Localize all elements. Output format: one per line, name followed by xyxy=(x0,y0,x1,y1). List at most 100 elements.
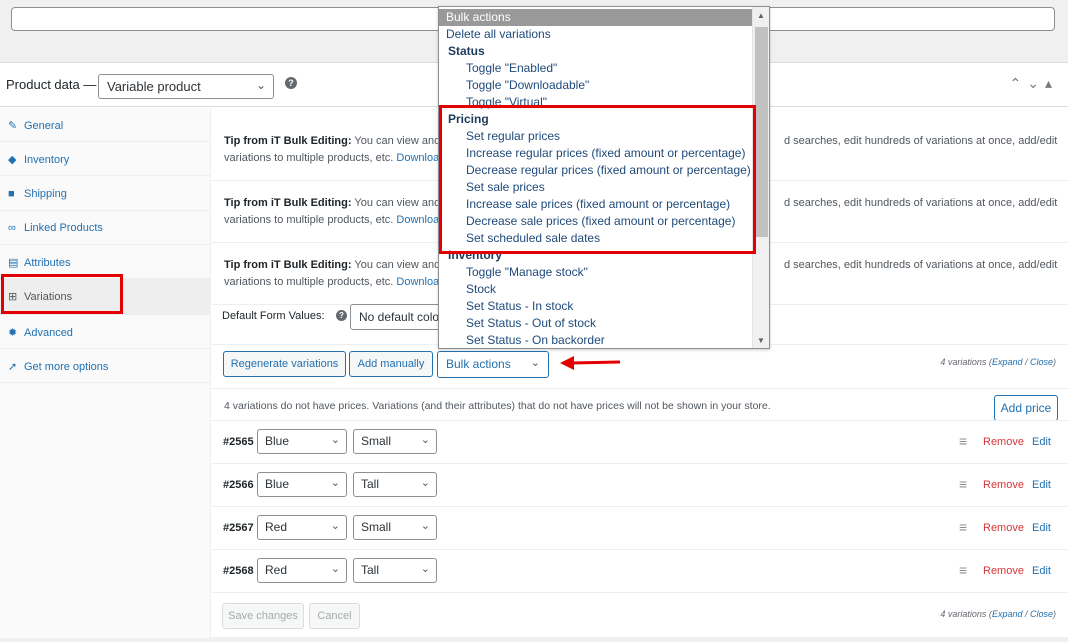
dropdown-item[interactable]: Set Status - On backorder xyxy=(439,332,753,348)
variation-row[interactable]: #2568 Red ⌄ Tall ⌄ ≡ Remove Edit xyxy=(212,549,1068,592)
sidebar-item-label: Variations xyxy=(24,291,73,303)
chevron-down-icon: ⌄ xyxy=(330,563,340,575)
scroll-down-icon[interactable]: ▼ xyxy=(757,336,765,345)
size-select[interactable]: Tall ⌄ xyxy=(353,472,437,497)
close-paren: ) xyxy=(1053,357,1056,367)
remove-link[interactable]: Remove xyxy=(983,479,1024,491)
size-value: Tall xyxy=(361,563,380,577)
size-select[interactable]: Tall ⌄ xyxy=(353,558,437,583)
dropdown-item[interactable]: Set Status - In stock xyxy=(439,298,753,315)
dropdown-item[interactable]: Increase sale prices (fixed amount or pe… xyxy=(439,196,753,213)
variations-footer: Save changes Cancel 4 variations (Expand… xyxy=(212,592,1068,637)
dropdown-item[interactable]: Toggle "Virtual" xyxy=(439,94,753,111)
gear-icon: ✹ xyxy=(8,327,18,339)
color-select[interactable]: Blue ⌄ xyxy=(257,472,347,497)
remove-link[interactable]: Remove xyxy=(983,565,1024,577)
separator: / xyxy=(1022,609,1030,619)
drag-handle-icon[interactable]: ≡ xyxy=(959,519,967,535)
variations-toolbar: Regenerate variations Add manually Bulk … xyxy=(212,344,1068,389)
dropdown-item-bulk-actions[interactable]: Bulk actions xyxy=(439,9,753,26)
color-value: Red xyxy=(265,563,288,577)
tip-text-end: d searches, edit hundreds of variations … xyxy=(784,259,1058,271)
sidebar-item-variations[interactable]: ⊞ Variations xyxy=(0,279,211,315)
variation-id: #2568 xyxy=(223,565,254,577)
dropdown-item[interactable]: Toggle "Enabled" xyxy=(439,60,753,77)
bulk-actions-select[interactable]: Bulk actions ⌄ xyxy=(437,351,549,378)
variation-row[interactable]: #2566 Blue ⌄ Tall ⌄ ≡ Remove Edit xyxy=(212,463,1068,506)
chevron-down-icon: ⌄ xyxy=(330,477,340,489)
sidebar-item-advanced[interactable]: ✹ Advanced xyxy=(0,315,211,349)
dropdown-item[interactable]: Toggle "Downloadable" xyxy=(439,77,753,94)
close-link[interactable]: Close xyxy=(1030,357,1053,367)
dropdown-item[interactable]: Stock xyxy=(439,281,753,298)
color-value: Red xyxy=(265,520,288,534)
save-changes-button[interactable]: Save changes xyxy=(222,603,304,629)
variation-row[interactable]: #2567 Red ⌄ Small ⌄ ≡ Remove Edit xyxy=(212,506,1068,549)
scrollbar-thumb[interactable] xyxy=(755,27,768,237)
tip-download-link[interactable]: Downloa xyxy=(396,152,439,164)
dropdown-item-delete-all[interactable]: Delete all variations xyxy=(439,26,753,43)
separator: / xyxy=(1022,357,1030,367)
expand-link[interactable]: Expand xyxy=(992,357,1023,367)
sidebar-item-linked-products[interactable]: ∞ Linked Products xyxy=(0,211,211,245)
dropdown-group-status: Status xyxy=(448,44,485,58)
expand-link[interactable]: Expand xyxy=(992,609,1023,619)
size-value: Tall xyxy=(361,477,380,491)
drag-handle-icon[interactable]: ≡ xyxy=(959,433,967,449)
plugin-icon: ➚ xyxy=(8,361,18,373)
dropdown-item[interactable]: Set Status - Out of stock xyxy=(439,315,753,332)
edit-link[interactable]: Edit xyxy=(1032,565,1051,577)
question-icon[interactable]: ? xyxy=(285,77,297,89)
size-select[interactable]: Small ⌄ xyxy=(353,515,437,540)
bulk-actions-dropdown[interactable]: Bulk actions Delete all variations Statu… xyxy=(438,6,770,349)
move-down-icon[interactable]: ⌄ xyxy=(1027,75,1045,91)
chevron-down-icon: ⌄ xyxy=(420,434,430,446)
regenerate-variations-button[interactable]: Regenerate variations xyxy=(223,351,346,377)
sidebar-item-general[interactable]: ✎ General xyxy=(0,108,211,142)
sidebar-item-label: Linked Products xyxy=(24,222,103,234)
product-type-select[interactable]: Variable product ⌄ xyxy=(98,74,274,99)
dropdown-item[interactable]: Toggle "Manage stock" xyxy=(439,264,753,281)
count-text: 4 variations ( xyxy=(940,609,992,619)
toggle-panel-icon[interactable]: ▴ xyxy=(1045,75,1058,91)
dropdown-group-pricing: Pricing xyxy=(448,112,489,126)
sidebar-item-attributes[interactable]: ▤ Attributes xyxy=(0,245,211,279)
remove-link[interactable]: Remove xyxy=(983,522,1024,534)
bulk-actions-value: Bulk actions xyxy=(446,357,511,371)
dropdown-item[interactable]: Decrease regular prices (fixed amount or… xyxy=(439,162,753,179)
variations-count: 4 variations (Expand / Close) xyxy=(940,609,1056,619)
edit-link[interactable]: Edit xyxy=(1032,436,1051,448)
sidebar-item-inventory[interactable]: ◆ Inventory xyxy=(0,142,211,176)
chevron-down-icon: ⌄ xyxy=(330,520,340,532)
add-manually-button[interactable]: Add manually xyxy=(349,351,433,377)
dropdown-item[interactable]: Decrease sale prices (fixed amount or pe… xyxy=(439,213,753,230)
color-select[interactable]: Red ⌄ xyxy=(257,558,347,583)
cancel-button[interactable]: Cancel xyxy=(309,603,360,629)
remove-link[interactable]: Remove xyxy=(983,436,1024,448)
dropdown-item[interactable]: Set scheduled sale dates xyxy=(439,230,753,247)
dropdown-item[interactable]: Set regular prices xyxy=(439,128,753,145)
drag-handle-icon[interactable]: ≡ xyxy=(959,562,967,578)
sidebar-item-shipping[interactable]: ■ Shipping xyxy=(0,177,211,211)
tag-icon: ◆ xyxy=(8,154,17,166)
color-select[interactable]: Blue ⌄ xyxy=(257,429,347,454)
dropdown-item[interactable]: Set sale prices xyxy=(439,179,753,196)
move-up-icon[interactable]: ⌃ xyxy=(1010,75,1028,91)
sidebar-item-label: Attributes xyxy=(24,257,71,269)
tip-download-link[interactable]: Downloa xyxy=(396,276,439,288)
dropdown-item[interactable]: Increase regular prices (fixed amount or… xyxy=(439,145,753,162)
drag-handle-icon[interactable]: ≡ xyxy=(959,476,967,492)
variation-row[interactable]: #2565 Blue ⌄ Small ⌄ ≡ Remove Edit xyxy=(212,420,1068,463)
scroll-up-icon[interactable]: ▲ xyxy=(757,11,765,20)
size-select[interactable]: Small ⌄ xyxy=(353,429,437,454)
sidebar-item-get-more-options[interactable]: ➚ Get more options xyxy=(0,349,211,383)
close-link[interactable]: Close xyxy=(1030,609,1053,619)
add-price-button[interactable]: Add price xyxy=(994,395,1058,421)
tip-text: variations to multiple products, etc. xyxy=(224,276,397,288)
dropdown-scrollbar[interactable]: ▲ ▼ xyxy=(752,7,769,348)
question-icon[interactable]: ? xyxy=(336,310,347,321)
color-select[interactable]: Red ⌄ xyxy=(257,515,347,540)
tip-download-link[interactable]: Downloa xyxy=(396,214,439,226)
edit-link[interactable]: Edit xyxy=(1032,522,1051,534)
edit-link[interactable]: Edit xyxy=(1032,479,1051,491)
